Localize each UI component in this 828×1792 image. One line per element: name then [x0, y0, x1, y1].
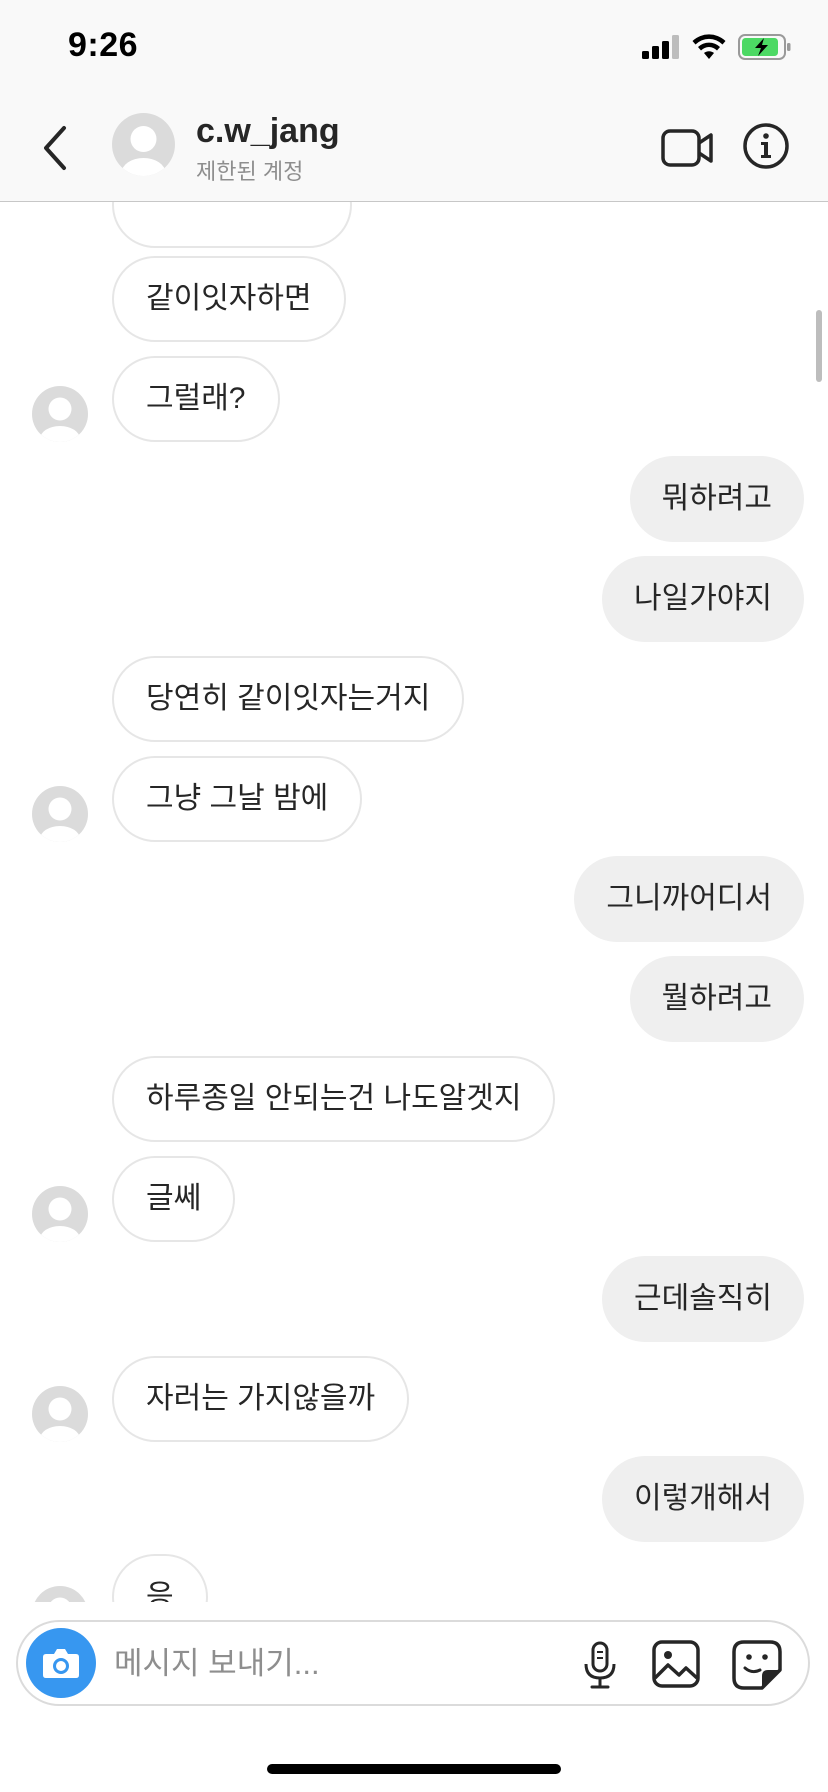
status-bar: 9:26 — [0, 0, 828, 96]
message-incoming: 당연히 같이잇자는거지 — [112, 656, 465, 742]
message-incoming: 그럴래? — [112, 356, 280, 442]
message-incoming: 응 — [112, 1554, 208, 1602]
home-indicator[interactable] — [267, 1764, 561, 1774]
message-outgoing: 그니까어디서 — [574, 856, 804, 942]
image-icon[interactable] — [652, 1640, 700, 1688]
microphone-icon[interactable] — [580, 1640, 620, 1690]
camera-button[interactable] — [26, 1628, 96, 1698]
default-avatar-icon — [40, 1197, 80, 1242]
message-incoming-cutoff — [112, 202, 352, 248]
default-avatar-icon — [40, 797, 80, 842]
default-avatar-icon — [40, 1397, 80, 1442]
message-outgoing: 뭐하려고 — [629, 456, 804, 542]
message-composer — [16, 1620, 810, 1706]
message-incoming: 같이잇자하면 — [112, 256, 346, 342]
header-avatar[interactable] — [112, 113, 175, 176]
message-incoming: 자러는 가지않을까 — [112, 1356, 410, 1442]
battery-icon — [738, 34, 791, 60]
default-avatar-icon — [50, 1597, 70, 1602]
video-camera-icon[interactable] — [660, 126, 714, 170]
sticker-icon[interactable] — [732, 1640, 782, 1690]
sender-avatar[interactable] — [32, 786, 88, 842]
sender-avatar[interactable] — [32, 1386, 88, 1442]
message-incoming: 글쎄 — [112, 1156, 236, 1242]
sender-avatar[interactable] — [32, 1186, 88, 1242]
sender-avatar[interactable] — [32, 386, 88, 442]
message-outgoing: 근데솔직히 — [602, 1256, 804, 1342]
cellular-signal-icon — [642, 35, 679, 59]
message-input[interactable] — [112, 1636, 576, 1692]
header-username[interactable]: c.w_jang — [196, 112, 340, 151]
message-outgoing: 이렇개해서 — [602, 1456, 804, 1542]
sender-avatar[interactable] — [32, 1586, 88, 1602]
header-account-status: 제한된 계정 — [196, 159, 304, 184]
info-icon[interactable] — [742, 122, 790, 170]
scrollbar[interactable] — [816, 310, 822, 382]
wifi-icon — [692, 34, 726, 59]
message-outgoing: 뭘하려고 — [629, 956, 804, 1042]
message-incoming: 하루종일 안되는건 나도알겟지 — [112, 1056, 556, 1142]
status-icons — [642, 34, 792, 60]
message-thread[interactable]: 같이잇자하면 그럴래? 뭐하려고 나일가야지 당연히 같이잇자는거지 그냥 그날… — [0, 202, 828, 1602]
message-incoming: 그냥 그날 밤에 — [112, 756, 363, 842]
status-time: 9:26 — [68, 26, 139, 64]
chat-header: c.w_jang 제한된 계정 — [0, 96, 828, 202]
message-outgoing: 나일가야지 — [602, 556, 804, 642]
default-avatar-icon — [121, 126, 166, 176]
back-chevron-icon[interactable] — [36, 122, 76, 174]
camera-icon — [43, 1649, 79, 1678]
default-avatar-icon — [40, 397, 80, 442]
